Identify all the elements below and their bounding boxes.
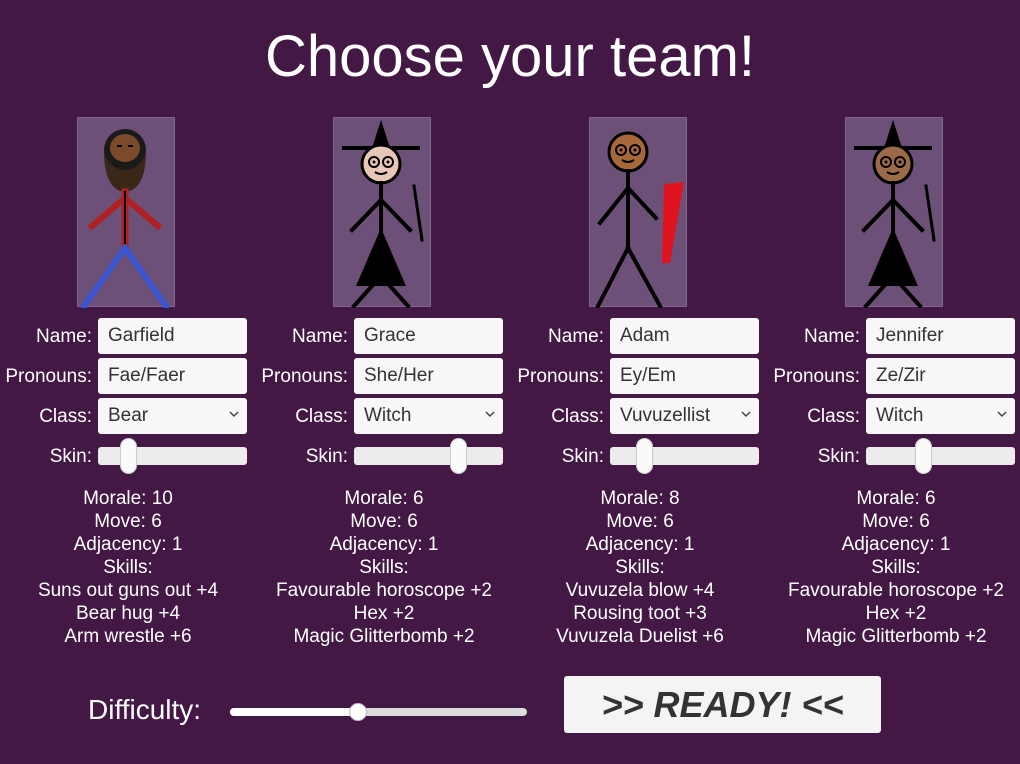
pronouns-label: Pronouns: [773, 366, 860, 387]
difficulty-slider-fill [230, 708, 358, 716]
skin-label: Skin: [49, 446, 92, 467]
skill-item: Rousing toot +3 [573, 603, 707, 624]
class-dropdown-value: Bear [108, 405, 149, 426]
morale-stat: Morale: 6 [856, 488, 936, 509]
pronouns-field[interactable]: She/Her [354, 358, 503, 394]
character-stats: Morale: 10 Move: 6 Adjacency: 1 Skills: … [0, 487, 256, 648]
skin-slider-handle[interactable] [119, 438, 137, 474]
morale-stat: Morale: 10 [83, 488, 173, 509]
class-label: Class: [551, 406, 604, 427]
skill-item: Hex +2 [865, 603, 927, 624]
vuvuzellist-sprite [595, 131, 684, 308]
skin-slider-handle[interactable] [636, 438, 654, 474]
adjacency-stat: Adjacency: 1 [841, 534, 951, 555]
skills-heading: Skills: [359, 557, 409, 578]
class-dropdown[interactable]: Bear [98, 398, 247, 434]
adjacency-stat: Adjacency: 1 [73, 534, 183, 555]
page-title: Choose your team! [264, 24, 756, 89]
character-portrait [77, 117, 175, 308]
witch-sprite [854, 120, 936, 308]
difficulty-label: Difficulty: [88, 694, 202, 725]
skill-item: Arm wrestle +6 [64, 626, 192, 647]
ready-button[interactable]: >> READY! << [564, 676, 881, 733]
character-card: Name: Jennifer Pronouns: Ze/Zir Class: W… [768, 117, 1020, 657]
character-portrait [845, 117, 943, 308]
skin-label: Skin: [305, 446, 348, 467]
class-dropdown[interactable]: Witch [866, 398, 1015, 434]
chevron-down-icon [995, 407, 1009, 421]
move-stat: Move: 6 [606, 511, 674, 532]
class-dropdown-value: Witch [364, 405, 412, 426]
class-dropdown-value: Witch [876, 405, 924, 426]
name-field[interactable]: Grace [354, 318, 503, 354]
pronouns-field[interactable]: Ze/Zir [866, 358, 1015, 394]
skills-heading: Skills: [103, 557, 153, 578]
class-label: Class: [39, 406, 92, 427]
skill-item: Favourable horoscope +2 [275, 580, 492, 601]
name-field[interactable]: Jennifer [866, 318, 1015, 354]
skin-slider[interactable] [354, 438, 503, 474]
pronouns-label: Pronouns: [517, 366, 604, 387]
skin-label: Skin: [561, 446, 604, 467]
character-portrait [589, 117, 687, 308]
skills-heading: Skills: [871, 557, 921, 578]
skill-item: Suns out guns out +4 [37, 580, 219, 601]
morale-stat: Morale: 8 [600, 488, 680, 509]
character-stats: Morale: 6 Move: 6 Adjacency: 1 Skills: F… [768, 487, 1020, 648]
class-dropdown[interactable]: Witch [354, 398, 503, 434]
class-label: Class: [807, 406, 860, 427]
adjacency-stat: Adjacency: 1 [585, 534, 695, 555]
move-stat: Move: 6 [350, 511, 418, 532]
character-stats: Morale: 6 Move: 6 Adjacency: 1 Skills: F… [256, 487, 512, 648]
class-dropdown[interactable]: Vuvuzellist [610, 398, 759, 434]
character-card: Name: Garfield Pronouns: Fae/Faer Class:… [0, 117, 256, 657]
name-field[interactable]: Adam [610, 318, 759, 354]
witch-sprite [342, 120, 424, 308]
skin-slider[interactable] [610, 438, 759, 474]
skill-item: Vuvuzela Duelist +6 [556, 626, 724, 647]
name-label: Name: [548, 326, 604, 347]
skill-item: Vuvuzela blow +4 [565, 580, 715, 601]
class-label: Class: [295, 406, 348, 427]
chevron-down-icon [739, 407, 753, 421]
class-dropdown-value: Vuvuzellist [620, 405, 711, 426]
skill-item: Magic Glitterbomb +2 [805, 626, 987, 647]
character-card: Name: Grace Pronouns: She/Her Class: Wit… [256, 117, 512, 657]
difficulty-slider-handle[interactable] [348, 703, 367, 721]
skill-item: Bear hug +4 [75, 603, 181, 624]
difficulty-slider[interactable] [230, 703, 527, 721]
character-card: Name: Adam Pronouns: Ey/Em Class: Vuvuze… [512, 117, 768, 657]
adjacency-stat: Adjacency: 1 [329, 534, 439, 555]
pronouns-label: Pronouns: [261, 366, 348, 387]
skin-slider[interactable] [866, 438, 1015, 474]
name-label: Name: [36, 326, 92, 347]
skin-slider-handle[interactable] [450, 438, 468, 474]
skill-item: Favourable horoscope +2 [787, 580, 1004, 601]
skills-heading: Skills: [615, 557, 665, 578]
name-label: Name: [292, 326, 348, 347]
move-stat: Move: 6 [862, 511, 930, 532]
skill-item: Hex +2 [353, 603, 415, 624]
morale-stat: Morale: 6 [344, 488, 424, 509]
chevron-down-icon [483, 407, 497, 421]
chevron-down-icon [227, 407, 241, 421]
move-stat: Move: 6 [94, 511, 162, 532]
name-label: Name: [804, 326, 860, 347]
skin-slider-handle[interactable] [914, 438, 932, 474]
skin-label: Skin: [817, 446, 860, 467]
bear-sprite [79, 129, 171, 308]
skill-item: Magic Glitterbomb +2 [293, 626, 475, 647]
pronouns-label: Pronouns: [5, 366, 92, 387]
name-field[interactable]: Garfield [98, 318, 247, 354]
character-portrait [333, 117, 431, 308]
pronouns-field[interactable]: Fae/Faer [98, 358, 247, 394]
skin-slider[interactable] [98, 438, 247, 474]
pronouns-field[interactable]: Ey/Em [610, 358, 759, 394]
character-stats: Morale: 8 Move: 6 Adjacency: 1 Skills: V… [512, 487, 768, 648]
